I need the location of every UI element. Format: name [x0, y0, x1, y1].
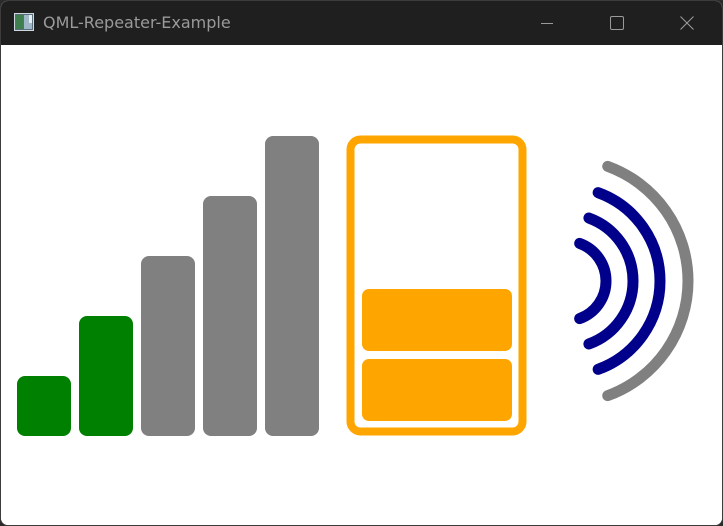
maximize-button[interactable] [582, 1, 652, 45]
indicator-scene [17, 135, 694, 436]
battery-segment-1 [362, 359, 512, 421]
signal-bar-4 [203, 196, 257, 436]
signal-bar-3 [141, 256, 195, 436]
wifi-indicator [574, 160, 694, 402]
signal-strength-indicator [17, 136, 319, 436]
window-title: QML-Repeater-Example [43, 13, 231, 32]
title-bar[interactable]: QML-Repeater-Example [1, 1, 722, 45]
minimize-icon [541, 23, 553, 24]
close-icon [680, 16, 694, 30]
app-window: QML-Repeater-Example [0, 0, 723, 526]
close-button[interactable] [652, 1, 722, 45]
battery-segment-2 [362, 289, 512, 351]
app-window-icon [14, 13, 34, 31]
wifi-arc-1 [574, 237, 612, 325]
signal-bar-2 [79, 316, 133, 436]
battery-indicator [346, 135, 527, 436]
maximize-icon [610, 16, 624, 30]
signal-bar-5 [265, 136, 319, 436]
minimize-button[interactable] [512, 1, 582, 45]
content-area [1, 45, 722, 525]
signal-bar-1 [17, 376, 71, 436]
